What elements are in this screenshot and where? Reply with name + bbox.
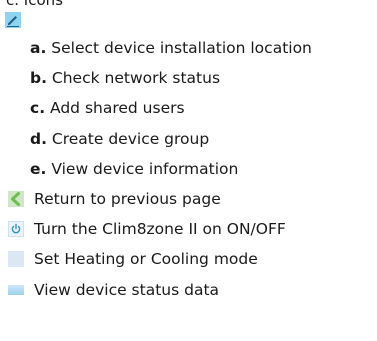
list-item-select-location: a. Select device installation location — [30, 37, 312, 67]
back-arrow-icon — [8, 191, 24, 207]
status-data-icon — [8, 284, 24, 295]
list-item-device-group: d. Create device group — [30, 128, 312, 158]
item-text: View device information — [46, 159, 239, 178]
item-letter: a. — [30, 39, 47, 57]
item-text: Create device group — [46, 129, 210, 148]
legend-text: Return to previous page — [34, 190, 221, 208]
power-icon — [8, 221, 24, 238]
list-item-shared-users: c. Add shared users — [30, 97, 312, 127]
mode-icon — [8, 251, 24, 268]
legend-text: View device status data — [34, 280, 220, 299]
item-text: Select device installation location — [46, 39, 312, 57]
edit-options-list: a. Select device installation location b… — [30, 37, 312, 188]
item-text: Add shared users — [45, 99, 185, 118]
item-letter: b. — [30, 69, 47, 88]
legend-text: Turn the Clim8zone II on ON/OFF — [34, 220, 286, 239]
item-text: Check network status — [46, 69, 221, 88]
list-item-network-status: b. Check network status — [30, 67, 312, 97]
item-letter: c. — [30, 99, 46, 118]
pencil-edit-icon — [5, 12, 21, 28]
section-heading: c. Icons — [6, 0, 63, 9]
legend-text: Set Heating or Cooling mode — [34, 250, 258, 269]
item-letter: d. — [30, 129, 47, 148]
list-item-device-info: e. View device information — [30, 158, 312, 188]
item-letter: e. — [30, 159, 47, 178]
